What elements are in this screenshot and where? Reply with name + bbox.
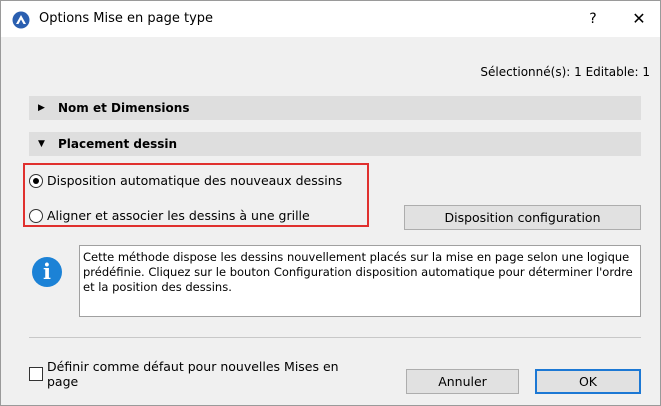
default-checkbox[interactable] xyxy=(29,367,43,381)
default-checkbox-label: Définir comme défaut pour nouvelles Mise… xyxy=(47,359,339,389)
section-title: Placement dessin xyxy=(58,137,178,151)
window-title: Options Mise en page type xyxy=(39,11,214,26)
section-header-placement[interactable]: ▼ Placement dessin xyxy=(29,132,641,156)
help-button[interactable]: ? xyxy=(585,9,601,29)
info-icon: i xyxy=(32,257,62,287)
radio-label: Aligner et associer les dessins à une gr… xyxy=(47,208,310,223)
radio-button-checked[interactable] xyxy=(29,173,43,188)
section-header-name-dimensions[interactable]: ▶ Nom et Dimensions xyxy=(29,96,641,120)
selection-info: Sélectionné(s): 1 Editable: 1 xyxy=(480,65,650,79)
divider xyxy=(29,337,641,338)
radio-button[interactable] xyxy=(29,208,43,223)
triangle-down-icon: ▼ xyxy=(38,139,45,149)
layout-configuration-button[interactable]: Disposition configuration xyxy=(404,205,641,230)
cancel-button[interactable]: Annuler xyxy=(406,369,519,394)
info-text-box: Cette méthode dispose les dessins nouvel… xyxy=(79,245,641,317)
ok-button[interactable]: OK xyxy=(535,369,641,394)
title-bar: Options Mise en page type ? ✕ xyxy=(1,1,660,37)
radio-auto-layout[interactable]: Disposition automatique des nouveaux des… xyxy=(29,173,342,188)
section-title: Nom et Dimensions xyxy=(58,101,190,115)
triangle-right-icon: ▶ xyxy=(38,103,45,113)
radio-label: Disposition automatique des nouveaux des… xyxy=(47,173,343,188)
close-button[interactable]: ✕ xyxy=(629,9,649,29)
app-icon xyxy=(12,11,30,29)
radio-align-grid[interactable]: Aligner et associer les dessins à une gr… xyxy=(29,208,310,223)
default-checkbox-row[interactable]: Définir comme défaut pour nouvelles Mise… xyxy=(29,359,367,389)
options-dialog: Options Mise en page type ? ✕ Sélectionn… xyxy=(0,0,661,406)
